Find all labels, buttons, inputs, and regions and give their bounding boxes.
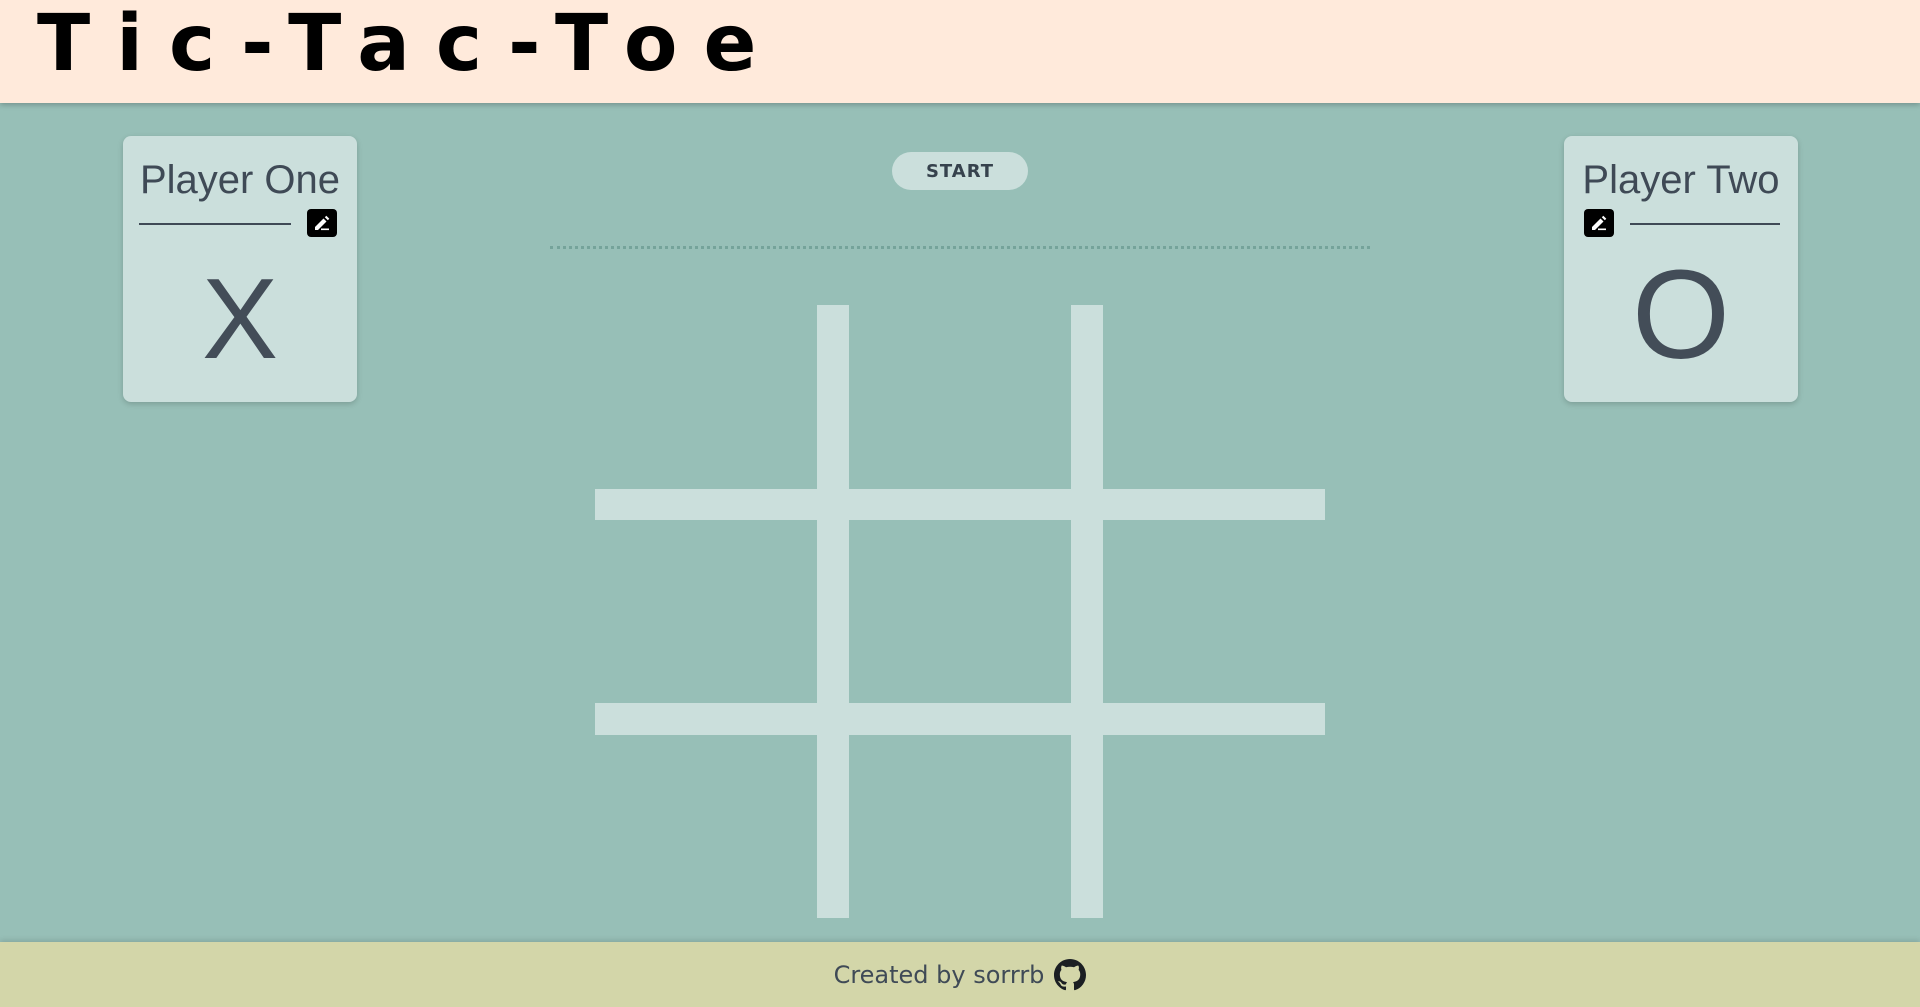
player-two-card: Player Two O xyxy=(1564,136,1798,402)
board-grid-line xyxy=(1071,305,1103,918)
player-two-name-underline xyxy=(1630,223,1780,225)
footer-content: Created by sorrrb xyxy=(0,942,1920,1007)
status-divider xyxy=(550,246,1370,249)
player-two-edit-button[interactable] xyxy=(1584,209,1614,237)
start-button[interactable]: START xyxy=(892,152,1028,190)
board-cell[interactable] xyxy=(849,305,1071,489)
board-cell[interactable] xyxy=(849,520,1071,703)
app-title: Tic-Tac-Toe xyxy=(37,0,783,89)
player-one-mark: X xyxy=(201,256,279,383)
edit-icon xyxy=(315,215,330,231)
game-board xyxy=(595,305,1325,918)
board-cell[interactable] xyxy=(595,305,817,489)
board-cell[interactable] xyxy=(595,520,817,703)
board-cell[interactable] xyxy=(1103,520,1325,703)
board-grid-line xyxy=(817,305,849,918)
board-cell[interactable] xyxy=(1103,735,1325,918)
player-one-card: Player One X xyxy=(123,136,357,402)
board-cell[interactable] xyxy=(1103,305,1325,489)
player-one-name: Player One xyxy=(139,158,341,202)
board-grid-line xyxy=(595,703,1325,735)
board-cell[interactable] xyxy=(849,735,1071,918)
player-one-edit-button[interactable] xyxy=(307,209,337,237)
board-cell[interactable] xyxy=(595,735,817,918)
github-link[interactable] xyxy=(1054,958,1087,991)
player-two-name: Player Two xyxy=(1582,158,1780,202)
app-footer: Created by sorrrb xyxy=(0,942,1920,1007)
footer-credit: Created by sorrrb xyxy=(833,960,1045,989)
app-header: Tic-Tac-Toe xyxy=(0,0,1920,103)
board-grid-line xyxy=(595,489,1325,520)
edit-icon xyxy=(1592,215,1607,231)
github-icon xyxy=(1054,958,1087,990)
player-one-name-underline xyxy=(139,223,291,225)
player-two-mark: O xyxy=(1631,244,1730,385)
